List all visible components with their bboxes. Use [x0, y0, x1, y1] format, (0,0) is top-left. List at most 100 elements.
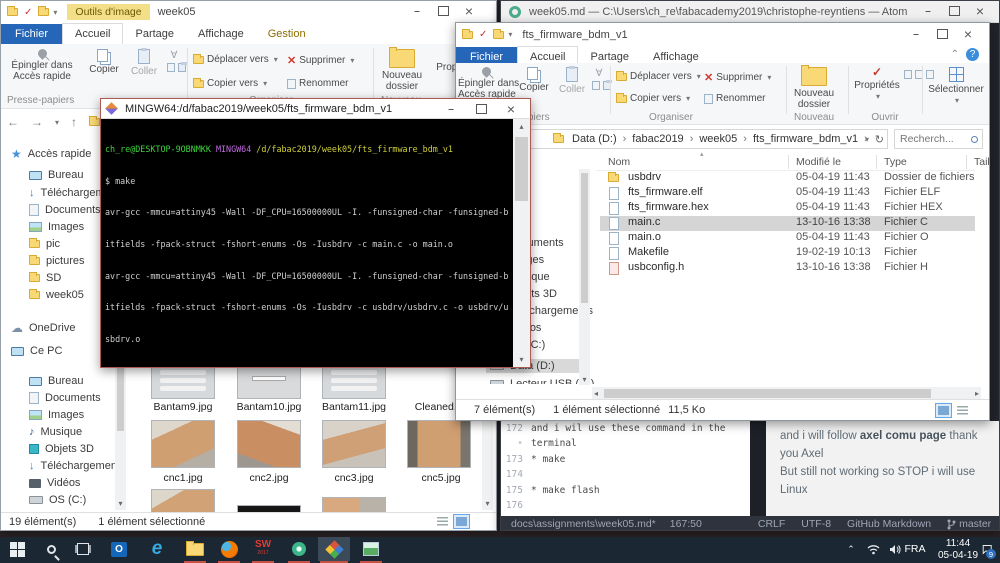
sidebar-item-sd[interactable]: SD	[29, 272, 61, 284]
file-row-main-c-selected[interactable]: main.c 13-10-16 13:38 Fichier C	[600, 216, 975, 231]
breadcrumb-week05[interactable]: week05	[699, 133, 737, 145]
file-row-makefile[interactable]: Makefile 19-02-19 10:13 Fichier	[596, 246, 975, 261]
refresh-icon[interactable]: ↻	[875, 133, 884, 146]
sidebar-pc-telechargements[interactable]: ↓ Téléchargements	[29, 460, 126, 472]
tab-fichier[interactable]: Fichier	[1, 24, 63, 44]
thumbnail-cnc3[interactable]	[322, 420, 386, 468]
file-label[interactable]: cnc2.jpg	[229, 472, 309, 484]
sidebar-item-pic[interactable]: pic	[29, 238, 60, 250]
taskbar-atom[interactable]	[284, 537, 314, 561]
file-row-usbdrv[interactable]: usbdrv 05-04-19 11:43 Dossier de fichier…	[596, 171, 975, 186]
file-label[interactable]: cnc1.jpg	[143, 472, 223, 484]
status-encoding[interactable]: UTF-8	[801, 518, 831, 530]
minimize-button[interactable]	[436, 99, 466, 119]
delete-button[interactable]: ✕ Supprimer	[704, 71, 771, 84]
sidebar-item-week05[interactable]: week05	[29, 289, 84, 301]
copy-button[interactable]: Copier	[83, 49, 125, 75]
search-box[interactable]	[894, 129, 983, 149]
qat-check-icon[interactable]: ✓	[24, 7, 32, 18]
column-header-nom[interactable]: Nom	[608, 156, 630, 168]
copy-button[interactable]: Copier	[514, 67, 554, 93]
view-thumbnails-icon[interactable]	[954, 403, 971, 418]
close-button[interactable]	[967, 1, 993, 21]
status-branch[interactable]: master	[947, 518, 991, 530]
scroll-down-icon[interactable]: ▾	[115, 499, 126, 508]
sidebar-pc-documents[interactable]: Documents	[29, 392, 101, 404]
cut-icon[interactable]: ∀	[592, 68, 606, 79]
qat-check-icon[interactable]: ✓	[479, 29, 487, 40]
thumbnail-partial[interactable]	[151, 489, 215, 512]
column-header-taille[interactable]: Taille	[974, 156, 989, 168]
new-folder-button[interactable]: Nouveau dossier	[790, 65, 838, 110]
sidebar-pc-images[interactable]: Images	[29, 409, 84, 421]
sidebar-item-images[interactable]: Images	[29, 221, 84, 233]
rename-button[interactable]: Renommer	[287, 78, 348, 89]
paste-shortcut-icon[interactable]	[177, 62, 187, 72]
ribbon-collapse-icon[interactable]: ⌃	[951, 49, 959, 60]
scroll-down-icon[interactable]: ▾	[513, 355, 530, 364]
clipboard-small-buttons[interactable]: ∀	[592, 68, 612, 93]
tab-partage[interactable]: Partage	[123, 24, 186, 44]
file-label[interactable]: cnc3.jpg	[314, 472, 394, 484]
breadcrumb-fts-firmware[interactable]: fts_firmware_bdm_v1	[753, 133, 858, 145]
scroll-left-icon[interactable]: ◂	[594, 389, 598, 398]
paste-button[interactable]: Coller	[125, 48, 163, 77]
file-row-main-o[interactable]: main.o 05-04-19 11:43 Fichier O	[596, 231, 975, 246]
taskbar-firefox[interactable]	[214, 537, 244, 561]
sidebar-item-documents[interactable]: Documents	[29, 204, 101, 216]
status-cursor-position[interactable]: 167:50	[670, 518, 702, 530]
maximize-button[interactable]	[466, 99, 496, 119]
view-list-icon[interactable]	[434, 514, 451, 529]
forward-icon[interactable]: →	[31, 115, 43, 129]
terminal-scrollbar[interactable]: ▴ ▾	[513, 119, 530, 367]
close-button[interactable]	[496, 99, 526, 119]
task-view-button[interactable]	[68, 537, 98, 561]
preview-link[interactable]: axel comu page	[860, 430, 946, 442]
sidebar-item-pictures[interactable]: pictures	[29, 255, 85, 267]
terminal-output[interactable]: ch_re@DESKTOP-9OBNMKK MINGW64 /d/fabac20…	[101, 119, 513, 367]
select-button[interactable]: Sélectionner	[926, 67, 986, 106]
thumbnail-cnc5[interactable]	[407, 420, 471, 468]
sidebar-pc-objets3d[interactable]: Objets 3D	[29, 443, 94, 455]
address-dropdown-icon[interactable]: ▾	[865, 135, 869, 144]
file-label[interactable]: Bantam11.jpg	[314, 401, 394, 413]
open-icon[interactable]	[904, 70, 912, 79]
delete-button[interactable]: ✕ Supprimer	[287, 54, 354, 67]
scroll-down-icon[interactable]: ▾	[482, 499, 493, 508]
pane-divider[interactable]	[750, 421, 766, 516]
taskbar-explorer[interactable]	[180, 537, 210, 561]
copy-path-icon[interactable]	[167, 63, 175, 72]
tab-accueil[interactable]: Accueil	[62, 23, 124, 44]
taskbar-outlook[interactable]: O	[104, 537, 134, 561]
sidebar-scrollbar[interactable]: ▾	[579, 169, 590, 385]
pin-quick-access-button[interactable]: Épingler dans Accès rapide	[458, 65, 519, 100]
notification-center-button[interactable]: 9	[964, 537, 996, 561]
close-button[interactable]	[955, 24, 981, 44]
cut-icon[interactable]: ∀	[167, 50, 181, 61]
search-button[interactable]	[36, 537, 66, 561]
column-header-type[interactable]: Type	[884, 156, 907, 168]
copy-path-icon[interactable]	[592, 81, 600, 90]
back-icon[interactable]: ←	[7, 115, 19, 129]
tray-language[interactable]: FRA	[898, 537, 932, 561]
move-to-button[interactable]: Déplacer vers	[616, 70, 701, 82]
file-row-usbconfig-h[interactable]: usbconfig.h 13-10-16 13:38 Fichier H	[596, 261, 975, 276]
taskbar-edge[interactable]: e	[142, 537, 172, 561]
thumbnail-partial[interactable]	[322, 497, 386, 512]
open-small-buttons[interactable]	[904, 68, 934, 82]
copy-to-button[interactable]: Copier vers	[616, 92, 690, 104]
view-thumbnails-icon[interactable]	[453, 514, 470, 529]
sidebar-pc-musique[interactable]: ♪ Musique	[29, 426, 82, 438]
maximize-button[interactable]	[430, 1, 456, 21]
breadcrumb-data-d[interactable]: Data (D:)	[572, 133, 617, 145]
start-button[interactable]	[2, 537, 32, 561]
taskbar-mingw-active[interactable]	[318, 537, 350, 561]
properties-button[interactable]: ✓ Propriétés	[852, 66, 902, 102]
markdown-preview-pane[interactable]: and i will follow axel comu page thank y…	[766, 421, 999, 516]
minimize-button[interactable]	[903, 24, 929, 44]
sidebar-pc-bureau[interactable]: Bureau	[29, 375, 83, 387]
pin-quick-access-button[interactable]: Épingler dans Accès rapide	[5, 47, 79, 82]
sidebar-quick-access[interactable]: ★ Accès rapide	[11, 147, 91, 161]
status-grammar[interactable]: GitHub Markdown	[847, 518, 931, 530]
thumbnail-cnc1[interactable]	[151, 420, 215, 468]
